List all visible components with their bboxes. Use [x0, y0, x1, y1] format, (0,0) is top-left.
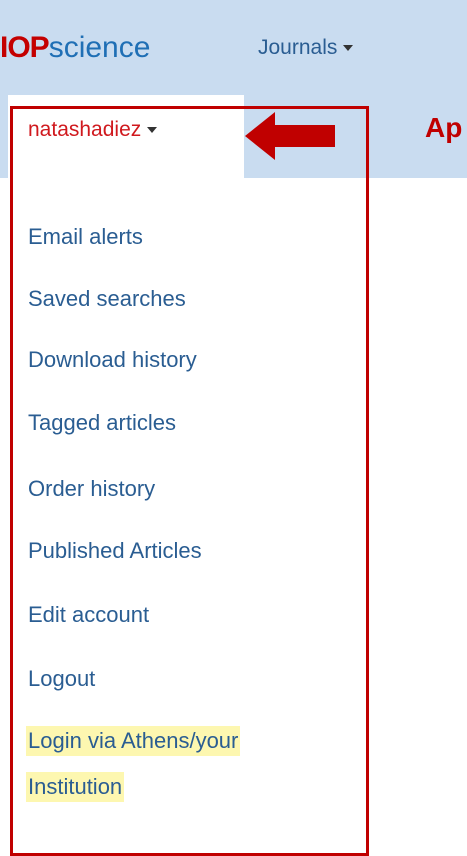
menu-item-edit-account[interactable]: Edit account: [28, 602, 149, 628]
login-athens-label-line2: Institution: [28, 774, 123, 799]
menu-item-saved-searches[interactable]: Saved searches: [28, 286, 186, 312]
menu-item-email-alerts[interactable]: Email alerts: [28, 224, 143, 250]
menu-item-tagged-articles[interactable]: Tagged articles: [28, 410, 176, 436]
annotation-arrow-icon: [245, 112, 335, 160]
iopscience-logo[interactable]: IOPscience: [0, 28, 150, 68]
chevron-down-icon: [343, 45, 354, 52]
menu-item-logout[interactable]: Logout: [28, 666, 95, 692]
login-athens-link-line2[interactable]: Institution: [26, 772, 125, 802]
menu-item-published-articles[interactable]: Published Articles: [28, 538, 202, 564]
menu-item-download-history[interactable]: Download history: [28, 347, 197, 373]
logo-iop-text: IOP: [0, 31, 50, 64]
journals-label: Journals: [258, 36, 338, 59]
menu-item-order-history[interactable]: Order history: [28, 476, 155, 502]
journals-dropdown[interactable]: Journals: [258, 36, 354, 60]
login-athens-label-line1: Login via Athens/your: [28, 728, 239, 753]
login-athens-link[interactable]: Login via Athens/your: [26, 726, 241, 756]
logo-science-text: science: [48, 31, 151, 64]
annotation-text: Ap: [425, 112, 463, 143]
